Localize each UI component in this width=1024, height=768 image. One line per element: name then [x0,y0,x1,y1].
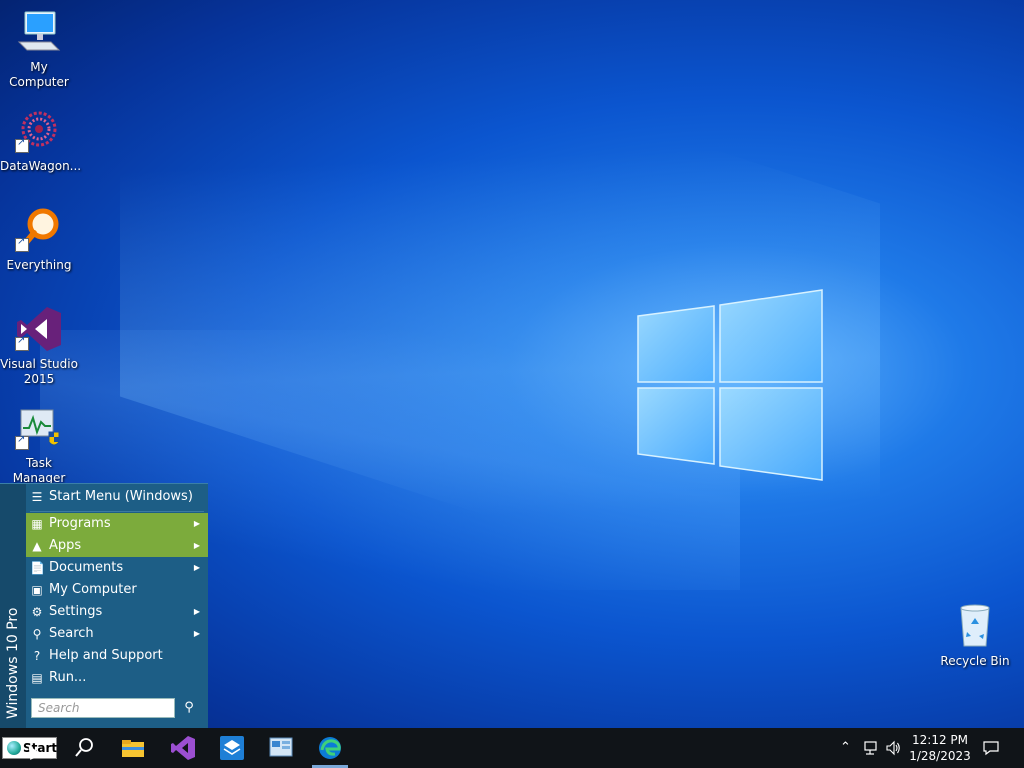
menu-item-start-menu-windows[interactable]: ☰ Start Menu (Windows) [26,486,208,508]
network-icon[interactable] [862,740,878,756]
start-menu-icon: ☰ [31,490,43,504]
recycle-bin-icon [960,604,990,647]
menu-item-label: Start Menu (Windows) [49,489,193,504]
clock-time: 12:12 PM [912,733,968,747]
shortcut-arrow-icon [15,137,29,153]
menu-item-label: My Computer [49,582,137,597]
shortcut-arrow-icon [15,335,29,351]
menu-item-label: Settings [49,604,103,619]
search-icon[interactable]: ⚲ [181,700,197,716]
icon-label: Visual Studio 2015 [0,357,78,386]
desktop-icon-recycle-bin[interactable]: Recycle Bin [936,602,1014,669]
taskbar: Start ⌃ 12:12 PM 1/28/2023 [0,728,1024,768]
menu-item-my-computer[interactable]: ▣ My Computer [26,579,208,601]
computer-icon: ▣ [31,583,43,597]
submenu-arrow-icon: ▶ [193,629,200,638]
desktop-icon-datawagon[interactable]: DataWagon... [0,107,82,174]
menu-item-documents[interactable]: 📄 Documents ▶ [26,557,208,579]
shortcut-arrow-icon [15,236,29,252]
desktop-icon-visual-studio[interactable]: Visual Studio 2015 [0,305,78,387]
edition-label: Windows 10 Pro [5,607,21,719]
start-orb-icon [7,741,21,755]
control-panel-icon[interactable] [267,734,295,762]
clock[interactable]: 12:12 PM 1/28/2023 [904,732,976,764]
icon-label: Everything [6,258,72,272]
volume-icon[interactable] [885,740,901,756]
start-menu-sidebar: Windows 10 Pro [0,484,26,729]
menu-item-label: Help and Support [49,648,163,663]
menu-item-label: Documents [49,560,124,575]
submenu-arrow-icon: ▶ [193,541,200,550]
menu-item-label: Programs [49,516,111,531]
search-icon: ⚲ [32,627,42,641]
file-explorer-icon[interactable] [119,734,147,762]
menu-item-help-and-support[interactable]: ? Help and Support [26,645,208,667]
menu-separator [30,511,204,512]
clock-date: 1/28/2023 [909,749,971,763]
menu-item-label: Apps [49,538,82,553]
menu-item-search[interactable]: ⚲ Search ▶ [26,623,208,645]
desktop-icon-everything[interactable]: Everything [0,206,78,273]
menu-item-settings[interactable]: ⚙ Settings ▶ [26,601,208,623]
menu-item-label: Run... [49,670,87,685]
desktop-icon-my-computer[interactable]: My Computer [0,8,78,90]
run-icon: ▤ [31,671,43,685]
start-menu: Windows 10 Pro ☰ Start Menu (Windows) ▦ … [0,483,208,729]
submenu-arrow-icon: ▶ [193,563,200,572]
icon-label: Task Manager [12,456,66,485]
help-icon: ? [33,649,41,663]
submenu-arrow-icon: ▶ [193,607,200,616]
edge-icon[interactable] [316,734,344,762]
icon-label: DataWagon... [0,159,82,173]
notifications-icon[interactable] [982,740,1000,756]
icon-label: Recycle Bin [940,654,1010,668]
computer-icon [17,11,61,51]
menu-item-label: Search [49,626,94,641]
windows-logo-wallpaper [637,289,823,481]
programs-icon: ▦ [31,517,43,531]
documents-icon: 📄 [30,561,45,575]
menu-item-apps[interactable]: ▲ Apps ▶ [26,535,208,557]
settings-icon: ⚙ [31,605,43,619]
menu-item-programs[interactable]: ▦ Programs ▶ [26,513,208,535]
show-hidden-icons-icon[interactable]: ⌃ [840,728,851,768]
menu-item-run[interactable]: ▤ Run... [26,667,208,689]
search-icon[interactable] [70,734,98,762]
visual-studio-icon[interactable] [169,734,197,762]
apps-icon: ▲ [32,539,42,553]
icon-label: My Computer [9,60,69,89]
start-menu-search-input[interactable] [31,698,175,718]
shortcut-arrow-icon [15,434,29,450]
desktop-icon-task-manager[interactable]: Task Manager [0,404,78,486]
app-icon[interactable] [218,734,246,762]
submenu-arrow-icon: ▶ [193,519,200,528]
